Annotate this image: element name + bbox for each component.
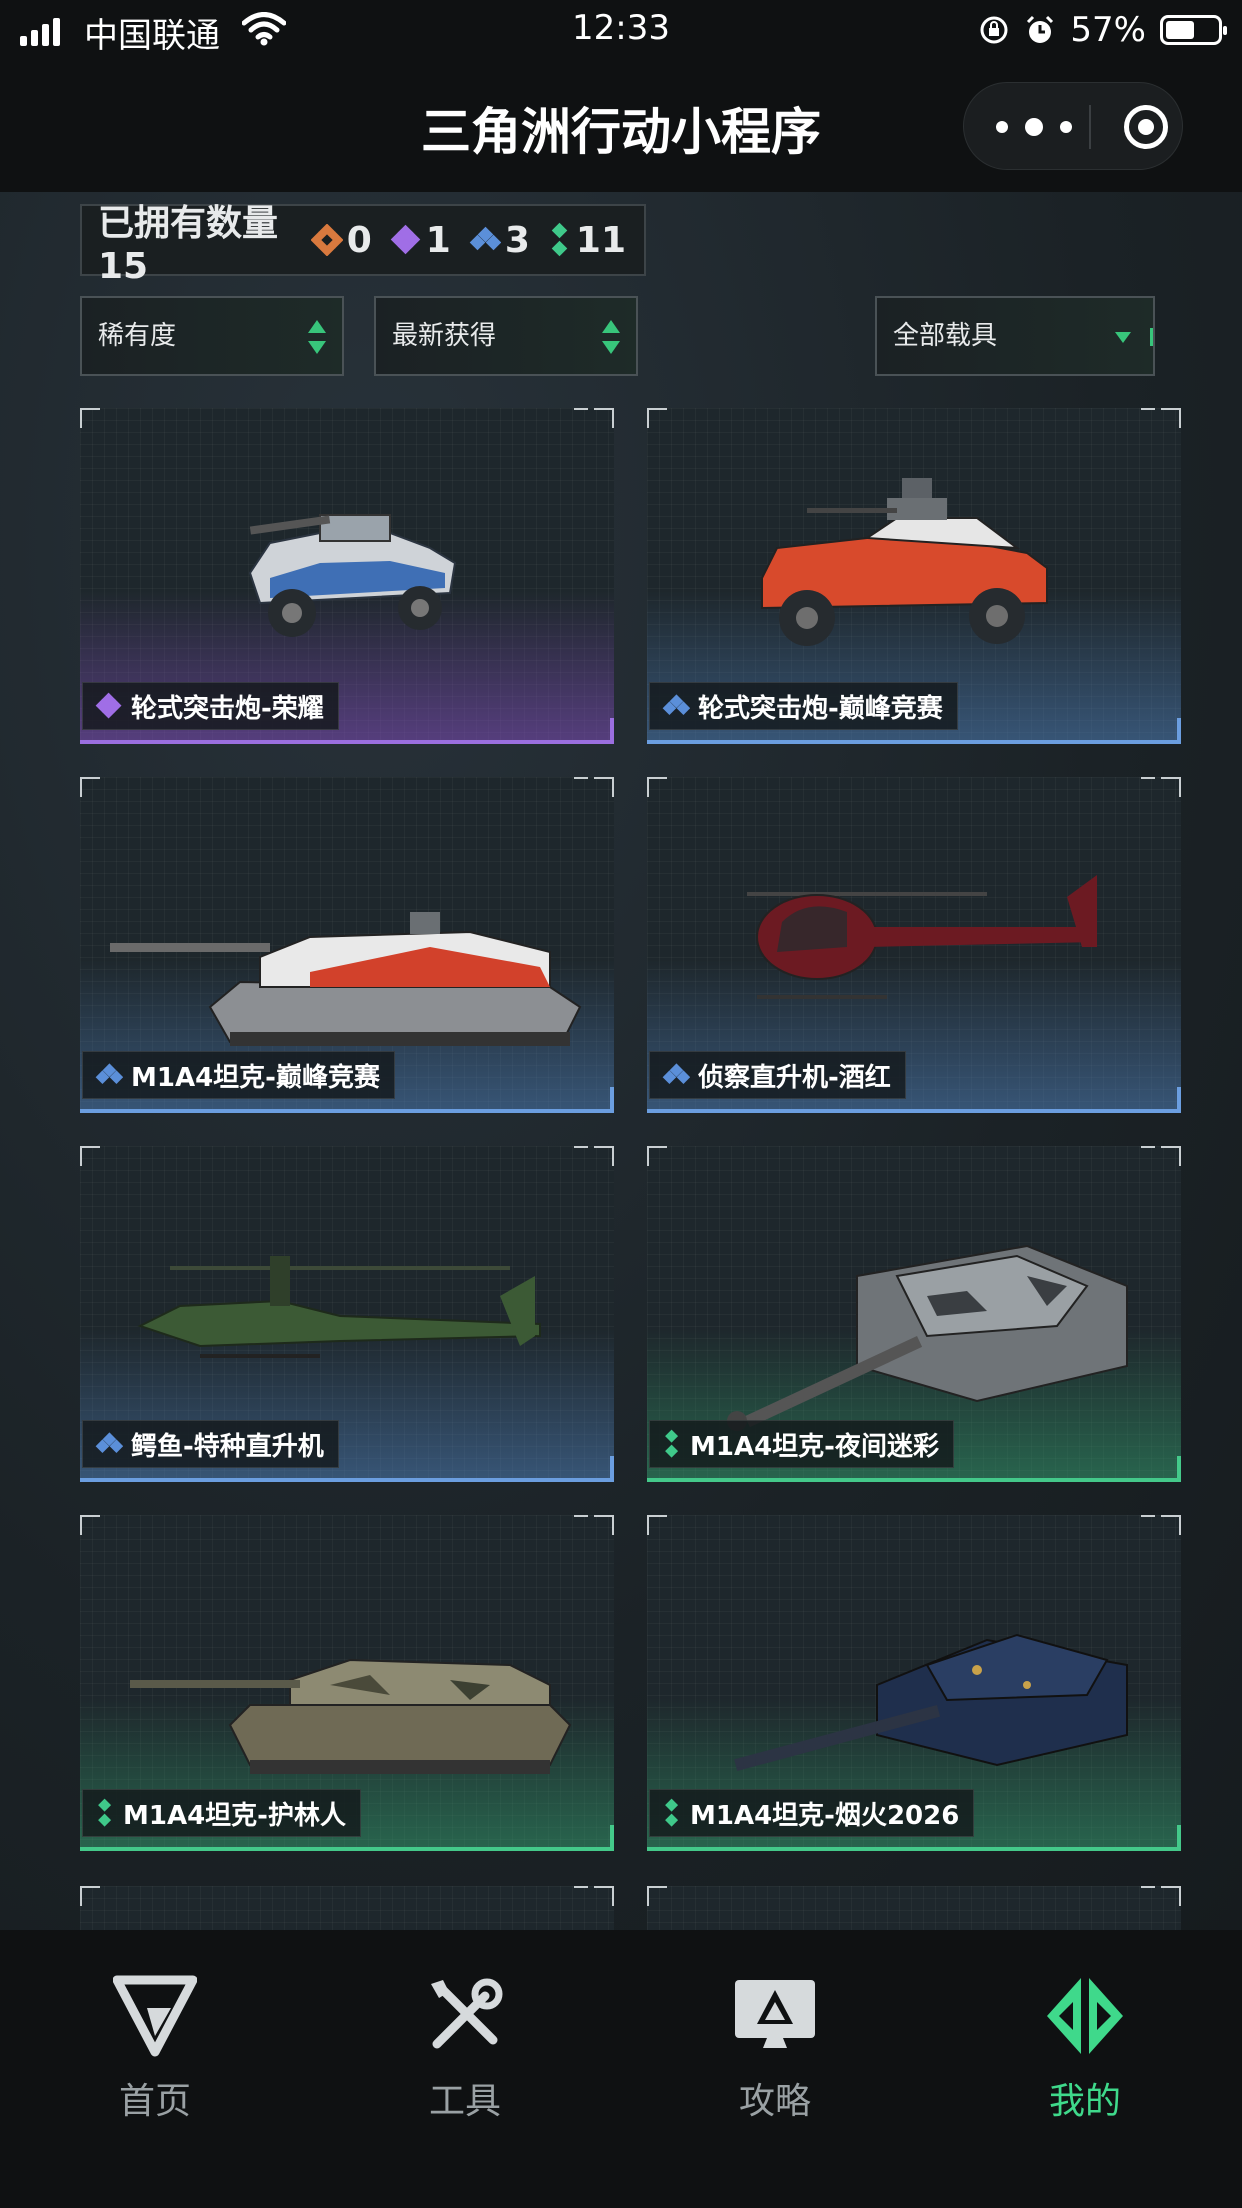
tab-mine[interactable]: 我的 (985, 1974, 1185, 2124)
vehicle-card[interactable]: 轮式突击炮-巅峰竞赛 (647, 408, 1181, 744)
title-bar: 三角洲行动小程序 (0, 64, 1242, 192)
rarity-orange-count: 0 (310, 220, 372, 261)
vehicle-type-dropdown[interactable]: 全部载具 (875, 296, 1155, 376)
owned-summary: 已拥有数量15 0 1 3 11 (80, 203, 646, 287)
purple-diamond-icon (390, 224, 421, 255)
vehicle-card[interactable]: M1A4坦克-夜间迷彩 (647, 1146, 1181, 1482)
vehicle-collection: 已拥有数量15 0 1 3 11 稀有度 最新获得 全部载具 轮式突击炮-荣耀 … (0, 192, 1242, 1930)
battery-percent: 57% (1070, 10, 1146, 50)
alarm-icon (1027, 15, 1054, 43)
vehicle-name-label: M1A4坦克-护林人 (82, 1789, 361, 1837)
blue-diamond-icon (662, 1063, 690, 1084)
green-diamond-icon (551, 222, 568, 257)
purple-diamond-icon (95, 692, 122, 719)
vehicle-name-label: 侦察直升机-酒红 (649, 1051, 906, 1099)
chevron-down-icon (1115, 332, 1131, 343)
miniprogram-capsule (963, 82, 1183, 170)
vehicle-card[interactable]: 鳄鱼-特种直升机 (80, 1146, 614, 1482)
tab-tools[interactable]: 工具 (365, 1974, 565, 2124)
rotation-lock-icon (980, 16, 1008, 44)
vehicle-name-label: 轮式突击炮-巅峰竞赛 (649, 682, 958, 730)
vehicle-card[interactable]: M1A4坦克-烟火2026 (647, 1515, 1181, 1851)
more-dots-icon[interactable] (996, 113, 1072, 141)
blue-diamond-icon (469, 226, 501, 251)
vehicle-card[interactable]: M1A4坦克-护林人 (80, 1515, 614, 1851)
vehicle-name-label: M1A4坦克-烟火2026 (649, 1789, 975, 1837)
green-diamond-icon (665, 1798, 679, 1827)
blue-diamond-icon (95, 1063, 123, 1084)
guide-monitor-icon (735, 1980, 815, 2048)
battery-icon (1160, 15, 1227, 45)
vehicle-name-label: M1A4坦克-巅峰竞赛 (82, 1051, 395, 1099)
vehicle-card[interactable]: 轮式突击炮-荣耀 (80, 408, 614, 744)
vehicle-name-label: M1A4坦克-夜间迷彩 (649, 1420, 954, 1468)
vehicle-name-label: 鳄鱼-特种直升机 (82, 1420, 339, 1468)
tab-home[interactable]: 首页 (55, 1974, 255, 2124)
bottom-tab-bar: 首页 工具 攻略 我的 (0, 1930, 1242, 2208)
home-logo-icon (113, 1975, 197, 2057)
rarity-purple-count: 1 (390, 220, 451, 261)
rarity-sort-dropdown[interactable]: 稀有度 (80, 296, 344, 376)
rarity-blue-count: 3 (469, 220, 530, 261)
vehicle-card[interactable]: 侦察直升机-酒红 (647, 777, 1181, 1113)
capsule-divider (1089, 105, 1091, 149)
vehicle-card-partial[interactable] (80, 1886, 614, 1930)
tools-icon (431, 1978, 503, 2049)
green-diamond-icon (665, 1429, 679, 1458)
profile-logo-icon (1047, 1978, 1123, 2054)
owned-count: 已拥有数量15 (98, 202, 279, 287)
rarity-green-count: 11 (548, 220, 626, 261)
vehicle-card-partial[interactable] (647, 1886, 1181, 1930)
blue-diamond-icon (95, 1432, 123, 1453)
tab-guide[interactable]: 攻略 (675, 1974, 875, 2124)
sort-arrows-icon (602, 320, 620, 354)
status-bar: 中国联通 12:33 57% (0, 0, 1242, 64)
green-diamond-icon (98, 1798, 112, 1827)
time-sort-dropdown[interactable]: 最新获得 (374, 296, 638, 376)
sort-arrows-icon (308, 320, 326, 354)
vehicle-card[interactable]: M1A4坦克-巅峰竞赛 (80, 777, 614, 1113)
target-close-icon[interactable] (1124, 105, 1168, 149)
vehicle-name-label: 轮式突击炮-荣耀 (82, 682, 339, 730)
blue-diamond-icon (662, 694, 690, 715)
orange-diamond-icon (310, 224, 343, 256)
